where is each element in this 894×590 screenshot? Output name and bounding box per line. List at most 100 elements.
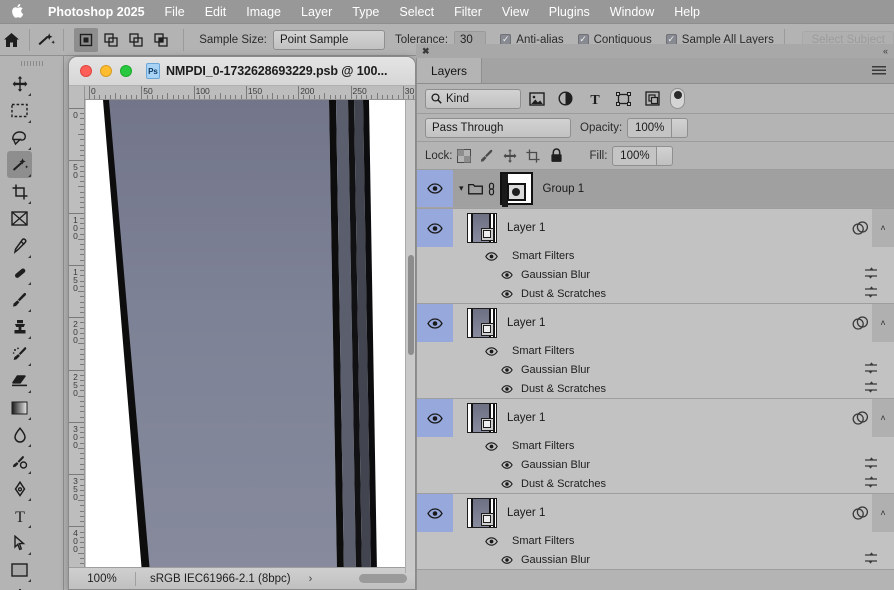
layer-name[interactable]: Group 1 bbox=[543, 183, 585, 195]
layer-visibility-toggle[interactable] bbox=[417, 304, 453, 342]
collapse-filters-button[interactable]: ˄ bbox=[872, 494, 894, 532]
eye-icon[interactable] bbox=[485, 252, 498, 261]
smart-filters-row[interactable]: Smart Filters bbox=[417, 342, 894, 360]
gradient-tool[interactable] bbox=[7, 394, 32, 421]
smart-filters-row[interactable]: Smart Filters bbox=[417, 532, 894, 550]
smart-filters-row[interactable]: Smart Filters bbox=[417, 247, 894, 265]
group-mask-thumbnail[interactable] bbox=[500, 172, 533, 205]
menu-item-plugins[interactable]: Plugins bbox=[539, 0, 600, 24]
status-chevron-icon[interactable]: › bbox=[309, 573, 313, 585]
eye-icon[interactable] bbox=[501, 385, 513, 393]
filter-settings-button[interactable] bbox=[864, 456, 878, 474]
smart-filter-row[interactable]: Dust & Scratches bbox=[417, 379, 894, 398]
color-profile-status[interactable]: sRGB IEC61966-2.1 (8bpc) bbox=[150, 573, 291, 585]
filter-shape-button[interactable] bbox=[610, 88, 637, 110]
filter-adjustment-button[interactable] bbox=[552, 88, 579, 110]
minimize-button[interactable] bbox=[100, 65, 112, 77]
smart-filters-button[interactable] bbox=[848, 316, 872, 331]
new-selection-button[interactable] bbox=[74, 28, 98, 52]
smart-filter-row[interactable]: Gaussian Blur bbox=[417, 360, 894, 379]
layer-name[interactable]: Layer 1 bbox=[507, 412, 545, 424]
layer-name[interactable]: Layer 1 bbox=[507, 317, 545, 329]
eye-icon[interactable] bbox=[485, 347, 498, 356]
filter-settings-button[interactable] bbox=[864, 380, 878, 398]
history-brush-tool[interactable] bbox=[7, 340, 32, 367]
rectangular-marquee-tool[interactable] bbox=[7, 97, 32, 124]
intersect-selection-button[interactable] bbox=[149, 28, 173, 52]
filter-smart-object-button[interactable] bbox=[639, 88, 666, 110]
canvas-vertical-scrollbar[interactable] bbox=[405, 100, 415, 573]
subtract-from-selection-button[interactable] bbox=[124, 28, 148, 52]
ruler-corner[interactable] bbox=[69, 86, 85, 100]
maximize-button[interactable] bbox=[120, 65, 132, 77]
layer-list[interactable]: ▾ Group 1 Layer 1 ˄ Smart Filters Gaussi… bbox=[417, 170, 894, 576]
eraser-tool[interactable] bbox=[7, 367, 32, 394]
home-button[interactable] bbox=[0, 32, 23, 48]
crop-tool[interactable] bbox=[7, 178, 32, 205]
fill-value[interactable]: 100% bbox=[612, 146, 656, 166]
layer-row[interactable]: Layer 1 ˄ bbox=[417, 209, 894, 247]
move-tool[interactable] bbox=[7, 70, 32, 97]
menu-item-filter[interactable]: Filter bbox=[444, 0, 492, 24]
layer-visibility-toggle[interactable] bbox=[417, 170, 453, 207]
layer-row-body[interactable]: ▾ Group 1 bbox=[453, 170, 894, 207]
fill-field[interactable]: 100% ⱟ bbox=[612, 146, 673, 166]
zoom-level[interactable]: 100% bbox=[69, 573, 135, 585]
menu-item-image[interactable]: Image bbox=[236, 0, 291, 24]
opacity-value[interactable]: 100% bbox=[627, 118, 671, 138]
menu-item-layer[interactable]: Layer bbox=[291, 0, 342, 24]
collapse-panels-icon[interactable]: « bbox=[883, 46, 888, 56]
tab-layers[interactable]: Layers bbox=[417, 58, 482, 83]
layer-thumbnail[interactable] bbox=[467, 403, 497, 433]
menu-item-help[interactable]: Help bbox=[664, 0, 710, 24]
sample-size-select[interactable]: Point Sample ⱟ bbox=[273, 30, 385, 50]
smart-filter-row[interactable]: Gaussian Blur bbox=[417, 265, 894, 284]
type-tool[interactable]: T bbox=[7, 502, 32, 529]
filter-pixel-button[interactable] bbox=[523, 88, 550, 110]
document-title-bar[interactable]: Ps NMPDI_0-1732628693229.psb @ 100... bbox=[69, 57, 415, 86]
eye-icon[interactable] bbox=[501, 290, 513, 298]
horizontal-ruler[interactable]: 0 50 100 150 200 250 30 bbox=[69, 86, 416, 100]
pen-tool[interactable] bbox=[7, 475, 32, 502]
vertical-ruler[interactable]: 05010015020025030035040045 bbox=[69, 100, 85, 573]
close-button[interactable] bbox=[80, 65, 92, 77]
rectangle-tool[interactable] bbox=[7, 556, 32, 583]
eye-icon[interactable] bbox=[501, 271, 513, 279]
lock-all-button[interactable] bbox=[545, 146, 568, 166]
filter-settings-button[interactable] bbox=[864, 475, 878, 493]
filter-settings-button[interactable] bbox=[864, 266, 878, 284]
lock-artboard-nesting-button[interactable] bbox=[522, 146, 545, 166]
smart-filter-row[interactable]: Gaussian Blur bbox=[417, 455, 894, 474]
layer-row[interactable]: Layer 1 ˄ bbox=[417, 304, 894, 342]
scrollbar-thumb[interactable] bbox=[408, 255, 414, 355]
eyedropper-tool[interactable] bbox=[7, 232, 32, 259]
chevron-down-icon[interactable]: ▾ bbox=[459, 183, 464, 194]
spot-healing-brush-tool[interactable] bbox=[7, 259, 32, 286]
current-tool-button[interactable]: ⱟ bbox=[36, 30, 57, 49]
add-to-selection-button[interactable] bbox=[99, 28, 123, 52]
layer-thumbnail[interactable] bbox=[467, 498, 497, 528]
eye-icon[interactable] bbox=[485, 537, 498, 546]
clone-stamp-tool[interactable] bbox=[7, 313, 32, 340]
layer-visibility-toggle[interactable] bbox=[417, 399, 453, 437]
menu-app-name[interactable]: Photoshop 2025 bbox=[38, 0, 155, 24]
smart-filters-button[interactable] bbox=[848, 506, 872, 521]
lock-transparent-pixels-button[interactable] bbox=[453, 146, 476, 166]
dodge-tool[interactable] bbox=[7, 448, 32, 475]
layer-thumbnail[interactable] bbox=[467, 308, 497, 338]
layer-row-body[interactable]: Layer 1 bbox=[453, 209, 894, 247]
smart-filters-button[interactable] bbox=[848, 221, 872, 236]
layer-row[interactable]: Layer 1 ˄ bbox=[417, 494, 894, 532]
smart-filter-name[interactable]: Gaussian Blur bbox=[521, 554, 590, 566]
smart-filter-row[interactable]: Gaussian Blur bbox=[417, 550, 894, 569]
smart-filter-name[interactable]: Gaussian Blur bbox=[521, 459, 590, 471]
blur-tool[interactable] bbox=[7, 421, 32, 448]
eye-icon[interactable] bbox=[501, 480, 513, 488]
layer-row-group[interactable]: ▾ Group 1 bbox=[417, 170, 894, 208]
filter-enable-toggle[interactable] bbox=[670, 88, 685, 109]
layer-name[interactable]: Layer 1 bbox=[507, 507, 545, 519]
lock-position-button[interactable] bbox=[499, 146, 522, 166]
layer-row-body[interactable]: Layer 1 bbox=[453, 304, 894, 342]
smart-filter-row[interactable]: Dust & Scratches bbox=[417, 474, 894, 493]
smart-filter-name[interactable]: Dust & Scratches bbox=[521, 478, 606, 490]
